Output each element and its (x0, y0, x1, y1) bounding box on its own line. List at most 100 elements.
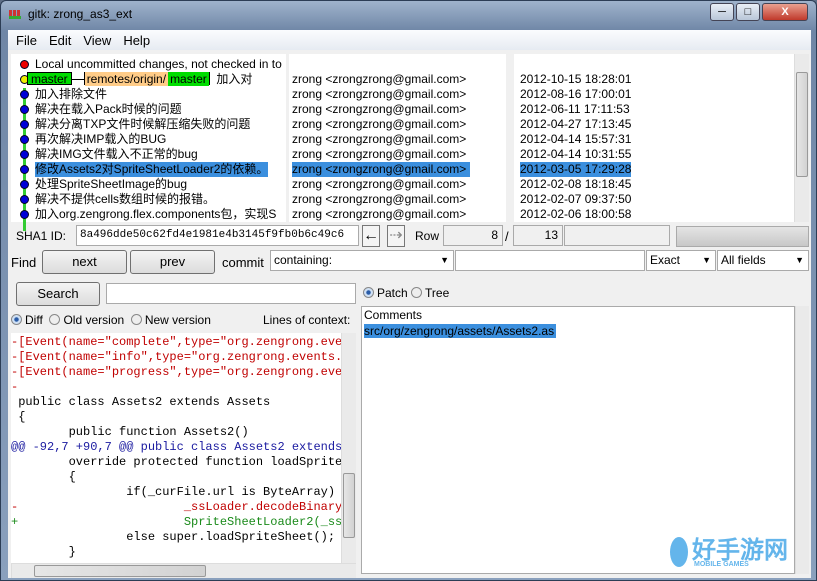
gitk-window: gitk: zrong_as3_ext ─ □ X File Edit View… (0, 0, 817, 581)
menu-file[interactable]: File (10, 30, 43, 50)
radio-icon (49, 314, 61, 325)
watermark-text: 好手游网 (692, 537, 788, 564)
scrollbar-thumb[interactable] (34, 565, 206, 577)
minimize-button[interactable]: ─ (710, 3, 734, 21)
maximize-button[interactable]: □ (736, 3, 760, 21)
find-mode-value: containing: (274, 253, 333, 267)
commit-date[interactable]: 2012-10-15 18:28:01 (520, 72, 631, 87)
chevron-down-icon: ▼ (440, 255, 449, 265)
diff-hscrollbar[interactable] (11, 563, 356, 578)
commit-date-list[interactable]: 2012-10-15 18:28:01 2012-08-16 17:00:01 20… (514, 54, 794, 222)
diff-line-add: + SpriteSheetLoader2(_ss (11, 515, 341, 529)
diff-line-ctx: if(_curFile.url is ByteArray) (11, 485, 336, 499)
commit-author[interactable]: zrong <zrongzrong@gmail.com> (292, 177, 470, 192)
diff-line-ctx: { (11, 470, 76, 484)
diff-line-del: -[Event(name="info",type="org.zengrong.e… (11, 350, 341, 364)
find-mode-select[interactable]: containing: ▼ (270, 250, 454, 271)
commit-label: commit (222, 255, 264, 270)
commit-row[interactable]: 加入org.zengrong.flex.components包，实现S (35, 207, 276, 222)
diff-scrollbar[interactable] (341, 333, 356, 563)
back-arrow-button[interactable]: ← (362, 225, 380, 247)
new-version-label: New version (144, 313, 211, 327)
commit-date[interactable]: 2012-02-08 18:18:45 (520, 177, 631, 192)
commit-row[interactable]: 处理SpriteSheetImage的bug (35, 177, 187, 192)
commit-node-icon (20, 60, 29, 69)
commit-row[interactable]: 再次解决IMP载入的BUG (35, 132, 166, 147)
commit-date[interactable]: 2012-04-27 17:13:45 (520, 117, 631, 132)
commit-row[interactable]: 解决不提供cells数组时候的报错。 (35, 192, 215, 207)
search-input[interactable] (106, 283, 356, 304)
remote-branch-tag[interactable]: remotes/origin/master (83, 72, 210, 86)
commit-author[interactable]: zrong <zrongzrong@gmail.com> (292, 207, 470, 222)
commit-author[interactable]: zrong <zrongzrong@gmail.com> (292, 117, 470, 132)
search-button[interactable]: Search (16, 282, 100, 306)
diff-line-ctx: public function Assets2() (11, 425, 249, 439)
find-prev-button[interactable]: prev (130, 250, 215, 274)
window-title: gitk: zrong_as3_ext (28, 7, 133, 21)
forward-arrow-button[interactable]: ⇢ (387, 225, 405, 247)
commit-date[interactable]: 2012-04-14 10:31:55 (520, 147, 631, 162)
commit-date[interactable]: 2012-04-14 15:57:31 (520, 132, 631, 147)
commit-author[interactable]: zrong <zrongzrong@gmail.com> (292, 102, 470, 117)
file-item[interactable]: src/org/zengrong/assets/Assets2.as (364, 324, 557, 338)
commit-author[interactable]: zrong <zrongzrong@gmail.com> (292, 192, 470, 207)
diff-line-del: -[Event(name="progress",type="org.zengro… (11, 365, 341, 379)
diff-label: Diff (25, 313, 43, 327)
head-branch-tag[interactable]: master (27, 72, 72, 85)
commit-row[interactable]: 加入排除文件 (35, 87, 107, 102)
match-value: Exact (650, 253, 681, 267)
diff-line-ctx: override protected function loadSprite (11, 455, 341, 469)
commit-row[interactable]: master remotes/origin/master 加入对 (27, 72, 252, 87)
commit-author[interactable]: zrong <zrongzrong@gmail.com> (292, 87, 470, 102)
find-label: Find (11, 255, 37, 270)
commit-author-list[interactable]: zrong <zrongzrong@gmail.com> zrong <zrong… (289, 54, 506, 222)
commit-date[interactable]: 2012-02-07 09:37:50 (520, 192, 631, 207)
commit-row[interactable]: Local uncommitted changes, not checked i… (35, 57, 285, 72)
watermark-logo: 好手游网 MOBILE GAMES (670, 530, 810, 568)
commit-date[interactable]: 2012-03-05 17:29:28 (520, 162, 632, 177)
row-current: 8 (443, 225, 503, 246)
find-input[interactable] (455, 250, 645, 271)
commit-date[interactable]: 2012-08-16 17:00:01 (520, 87, 631, 102)
match-select[interactable]: Exact ▼ (646, 250, 716, 271)
scrollbar-thumb[interactable] (796, 72, 808, 177)
row-total: 13 (513, 225, 563, 246)
close-button[interactable]: X (762, 3, 808, 21)
diff-line-ctx: } (11, 545, 76, 559)
menu-view[interactable]: View (77, 30, 117, 50)
menu-edit[interactable]: Edit (43, 30, 77, 50)
row-separator: / (505, 229, 509, 244)
commit-node-icon (20, 120, 29, 129)
commit-author[interactable]: zrong <zrongzrong@gmail.com> (292, 162, 470, 177)
chevron-down-icon: ▼ (795, 255, 804, 265)
commit-date[interactable]: 2012-06-11 17:11:53 (520, 102, 630, 117)
commit-date[interactable]: 2012-02-06 18:00:58 (520, 207, 631, 222)
commit-row[interactable]: 解决分离TXP文件时候解压缩失败的问题 (35, 117, 250, 132)
commit-author[interactable]: zrong <zrongzrong@gmail.com> (292, 147, 470, 162)
lines-of-context-label: Lines of context: (263, 313, 351, 327)
commit-row[interactable]: 解决在载入Pack时候的问题 (35, 102, 182, 117)
patch-label: Patch (377, 286, 408, 300)
sha1-label: SHA1 ID: (16, 229, 67, 243)
diff-view[interactable]: -[Event(name="complete",type="org.zengro… (11, 333, 341, 563)
fields-select[interactable]: All fields ▼ (717, 250, 809, 271)
find-next-button[interactable]: next (42, 250, 127, 274)
diff-mode-radios[interactable]: Diff Old version New version (11, 313, 211, 327)
commit-message-list[interactable]: Local uncommitted changes, not checked i… (11, 54, 286, 231)
commit-author[interactable]: zrong <zrongzrong@gmail.com> (292, 72, 470, 87)
commit-node-icon (20, 195, 29, 204)
patch-radio[interactable]: Patch Tree (363, 286, 449, 300)
commit-node-icon (20, 90, 29, 99)
sha1-field[interactable]: 8a496dde50c62fd4e1981e4b3145f9fb0b6c49c6 (76, 225, 359, 246)
progress-bar (676, 226, 809, 247)
diff-line-del: - _ssLoader.decodeBinary (11, 500, 341, 514)
scrollbar-thumb[interactable] (343, 473, 355, 538)
menu-help[interactable]: Help (117, 30, 156, 50)
commit-row[interactable]: 解决IMG文件载入不正常的bug (35, 147, 198, 162)
diff-line-hunk: @@ -92,7 +90,7 @@ public class Assets2 e… (11, 440, 341, 454)
watermark-icon (670, 536, 688, 567)
commit-row[interactable]: 修改Assets2对SpriteSheetLoader2的依赖。 (35, 162, 269, 177)
commit-author[interactable]: zrong <zrongzrong@gmail.com> (292, 132, 470, 147)
commit-message: 加入对 (209, 72, 253, 86)
commit-list-scrollbar[interactable] (794, 54, 809, 222)
